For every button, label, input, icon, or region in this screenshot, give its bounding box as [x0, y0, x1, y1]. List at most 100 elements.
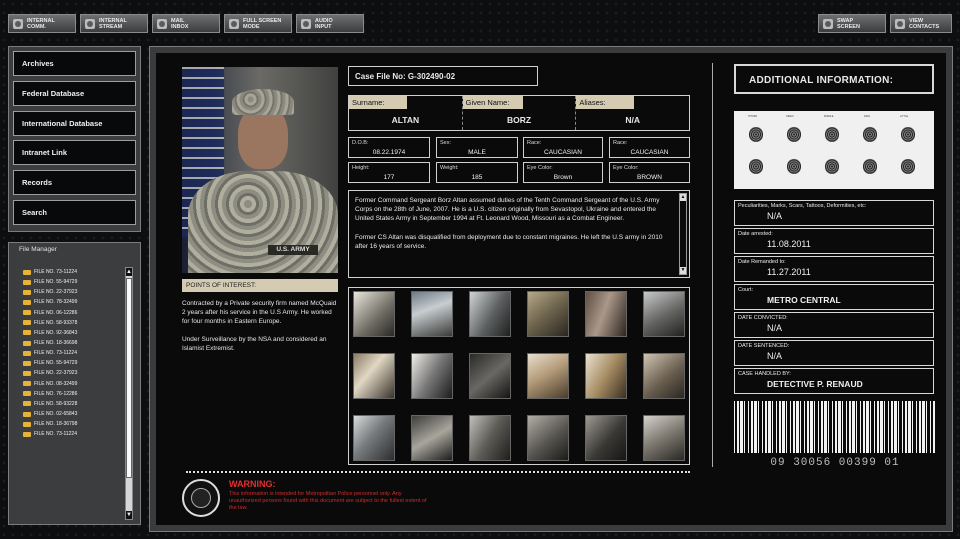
surveillance-thumbnail[interactable]: [585, 353, 627, 399]
nav-item-search[interactable]: Search: [13, 199, 136, 225]
nav-item-records[interactable]: Records: [13, 170, 136, 196]
surveillance-thumbnail[interactable]: [411, 353, 453, 399]
scroll-thumb[interactable]: [126, 278, 132, 478]
surveillance-thumbnail[interactable]: [353, 291, 395, 337]
date-sentenced-label: DATE SENTENCED:: [738, 343, 790, 349]
file-label: FILE NO. 02-65843: [34, 411, 78, 418]
scroll-up-arrow-icon[interactable]: ▲: [126, 268, 132, 276]
internal-stream-button[interactable]: INTERNAL STREAM: [80, 14, 148, 33]
given-name-value: BORZ: [506, 115, 532, 125]
surveillance-thumbnail[interactable]: [527, 291, 569, 337]
column-divider: [712, 63, 713, 467]
surveillance-thumbnail[interactable]: [469, 415, 511, 461]
surveillance-thumbnail[interactable]: [469, 353, 511, 399]
surveillance-thumbnail[interactable]: [643, 291, 685, 337]
list-item[interactable]: FILE NO. 58-93228: [23, 399, 123, 409]
list-item[interactable]: FILE NO. 92-36843: [23, 328, 123, 338]
additional-info-title: ADDITIONAL INFORMATION:: [734, 64, 934, 94]
folder-icon: [23, 431, 31, 437]
list-item[interactable]: FILE NO. 18-36798: [23, 419, 123, 429]
nav-item-archives[interactable]: Archives: [13, 51, 136, 76]
peculiarities-field: Peculiarities, Marks, Scars, Tattoos, De…: [734, 200, 934, 226]
surveillance-thumbnail[interactable]: [643, 415, 685, 461]
swap-icon: [823, 18, 833, 29]
list-item[interactable]: FILE NO. 08-32499: [23, 379, 123, 389]
given-name-label: Given Name:: [462, 96, 523, 109]
court-field: Court: METRO CENTRAL: [734, 284, 934, 310]
list-item[interactable]: FILE NO. 18-36698: [23, 338, 123, 348]
biography-text[interactable]: Former Command Sergeant Borz Altan assum…: [348, 190, 690, 278]
race-value: CAUCASIAN: [630, 149, 669, 156]
date-arrested-value: 11.08.2011: [767, 239, 811, 249]
peculiarities-label: Peculiarities, Marks, Scars, Tattoos, De…: [738, 203, 867, 209]
points-of-interest-text: Contracted by a Private security firm na…: [182, 299, 338, 362]
fingerprint: [778, 119, 808, 145]
list-item[interactable]: FILE NO. 55-94729: [23, 358, 123, 368]
fingerprint: [854, 119, 884, 145]
case-handled-by-value: DETECTIVE P. RENAUD: [767, 379, 863, 389]
nav-item-federal-database[interactable]: Federal Database: [13, 80, 136, 106]
list-item[interactable]: FILE NO. 22-37923: [23, 368, 123, 378]
nav-item-international-database[interactable]: International Database: [13, 110, 136, 136]
surveillance-thumbnail[interactable]: [353, 415, 395, 461]
fingerprint: [892, 119, 922, 145]
list-item[interactable]: FILE NO. 06-12286: [23, 308, 123, 318]
fingerprint: [892, 151, 922, 177]
eye-color-field-2: Eye Color: BROWN: [609, 162, 690, 183]
scroll-up-arrow-icon[interactable]: ▲: [680, 194, 686, 201]
uniform-graphic: [188, 171, 338, 273]
list-item[interactable]: FILE NO. 58-93378: [23, 318, 123, 328]
internal-comm-button[interactable]: INTERNAL COMM.: [8, 14, 76, 33]
nav-item-intranet-link[interactable]: Intranet Link: [13, 140, 136, 166]
list-item[interactable]: FILE NO. 02-65843: [23, 409, 123, 419]
swap-screen-button[interactable]: SWAP SCREEN: [818, 14, 886, 33]
surveillance-thumbnail[interactable]: [585, 291, 627, 337]
fingerprint-card: THUMB INDEX MIDDLE RING LITTLE: [734, 111, 934, 189]
bio-paragraph: Former Command Sergeant Borz Altan assum…: [355, 197, 660, 223]
list-item[interactable]: FILE NO. 73-11224: [23, 429, 123, 439]
surveillance-thumbnail[interactable]: [353, 353, 395, 399]
mail-inbox-button[interactable]: MAIL INBOX: [152, 14, 220, 33]
scroll-down-arrow-icon[interactable]: ▼: [126, 511, 132, 519]
surveillance-thumbnail[interactable]: [527, 353, 569, 399]
dob-value: 08.22.1974: [372, 149, 406, 156]
file-list-scrollbar[interactable]: ▲ ▼: [125, 267, 133, 520]
list-item[interactable]: FILE NO. 22-37923: [23, 287, 123, 297]
list-item[interactable]: FILE NO. 76-12286: [23, 389, 123, 399]
race-label: Race:: [527, 140, 542, 146]
audio-input-button[interactable]: AUDIO INPUT: [296, 14, 364, 33]
full-screen-button[interactable]: FULL SCREEN MODE: [224, 14, 292, 33]
folder-icon: [23, 391, 31, 397]
bio-scrollbar[interactable]: ▲ ▼: [679, 193, 687, 275]
folder-icon: [23, 370, 31, 376]
eye-color-label: Eye Color:: [527, 165, 553, 171]
file-label: FILE NO. 55-94729: [34, 360, 78, 367]
list-item[interactable]: FILE NO. 73-11224: [23, 267, 123, 277]
surveillance-thumbnail[interactable]: [527, 415, 569, 461]
list-item[interactable]: FILE NO. 73-11224: [23, 348, 123, 358]
folder-icon: [23, 320, 31, 326]
fingerprint: [740, 151, 770, 177]
list-item[interactable]: FILE NO. 55-94729: [23, 277, 123, 287]
mail-icon: [157, 18, 167, 29]
fingerprint: [778, 151, 808, 177]
file-manager-title: File Manager: [19, 246, 57, 253]
folder-icon: [23, 330, 31, 336]
view-contacts-button[interactable]: VIEW CONTACTS: [890, 14, 952, 33]
list-item[interactable]: FILE NO. 78-32499: [23, 297, 123, 307]
warning-text: This information is intended for Metropo…: [229, 491, 427, 512]
surveillance-thumbnail[interactable]: [411, 291, 453, 337]
fingerprint: [854, 151, 884, 177]
fingerprint: [816, 151, 846, 177]
height-value: 177: [383, 174, 395, 181]
date-sentenced-field: DATE SENTENCED: N/A: [734, 340, 934, 366]
cap-graphic: [232, 89, 294, 115]
scroll-down-arrow-icon[interactable]: ▼: [680, 267, 686, 274]
fingerprint-header: MIDDLE: [824, 115, 834, 118]
surveillance-thumbnail[interactable]: [643, 353, 685, 399]
file-label: FILE NO. 22-37923: [34, 289, 78, 296]
surveillance-thumbnail[interactable]: [469, 291, 511, 337]
surveillance-thumbnail[interactable]: [411, 415, 453, 461]
nav-panel: Archives Federal Database International …: [8, 46, 141, 232]
surveillance-thumbnail[interactable]: [585, 415, 627, 461]
